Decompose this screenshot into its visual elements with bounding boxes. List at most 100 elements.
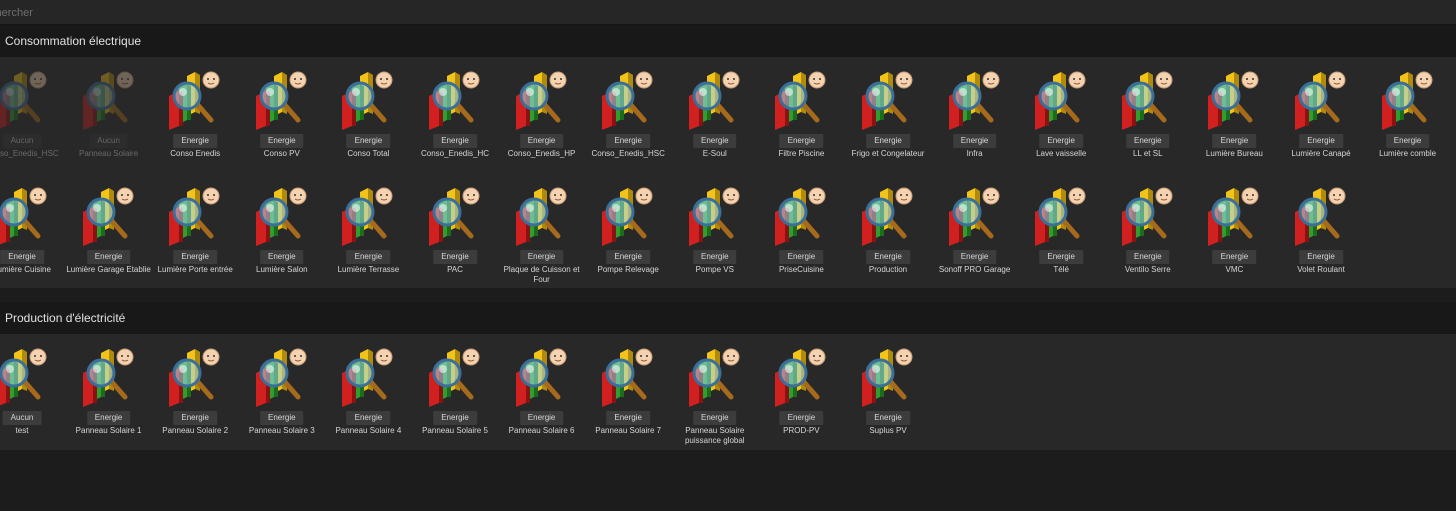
device-tile-lumiere-bureau[interactable]: Energie Lumière Bureau — [1192, 70, 1276, 182]
device-tile-pompe-relevage[interactable]: Energie Pompe Relevage — [586, 186, 670, 298]
device-tile-ventilo-serre[interactable]: Energie Ventilo Serre — [1106, 186, 1190, 298]
device-label: PriseCuisine — [778, 265, 824, 274]
category-badge: Energie — [606, 134, 650, 148]
device-tile-pompe-vs[interactable]: Energie Pompe VS — [673, 186, 757, 298]
device-tile-infra[interactable]: Energie Infra — [933, 70, 1017, 182]
device-tile-pac[interactable]: Energie PAC — [413, 186, 497, 298]
device-tile-panneau-solaire[interactable]: Aucun Panneau Solaire — [67, 70, 151, 182]
device-tile-lave-vaisselle[interactable]: Energie Lave vaisselle — [1019, 70, 1103, 182]
device-tile-suplus-pv[interactable]: Energie Suplus PV — [846, 347, 930, 459]
energy-chart-magnifier-icon — [773, 186, 829, 246]
energy-chart-magnifier-icon — [427, 347, 483, 407]
device-tile-vmc[interactable]: Energie VMC — [1192, 186, 1276, 298]
device-tile-panneau-solaire-6[interactable]: Energie Panneau Solaire 6 — [500, 347, 584, 459]
device-tile-panneau-solaire-3[interactable]: Energie Panneau Solaire 3 — [240, 347, 324, 459]
device-tile-volet-roulant[interactable]: Energie Volet Roulant — [1279, 186, 1363, 298]
device-tile-lumiere-terrasse[interactable]: Energie Lumière Terrasse — [326, 186, 410, 298]
device-label: Filtre Piscine — [778, 149, 825, 158]
device-label: Panneau Solaire 1 — [75, 426, 142, 435]
category-badge: Energie — [866, 134, 910, 148]
device-tile-filtre-piscine[interactable]: Energie Filtre Piscine — [759, 70, 843, 182]
device-label: Lave vaisselle — [1036, 149, 1087, 158]
energy-chart-magnifier-icon — [167, 70, 223, 130]
energy-chart-magnifier-icon — [167, 347, 223, 407]
device-tile-lumiere-porte-entree[interactable]: Energie Lumière Porte entrée — [153, 186, 237, 298]
device-tile-lumiere-salon[interactable]: Energie Lumière Salon — [240, 186, 324, 298]
device-label: Lumière Salon — [256, 265, 308, 274]
device-tile-conso-enedis[interactable]: Energie Conso Enedis — [153, 70, 237, 182]
device-label: Production — [868, 265, 908, 274]
device-tile-ll-et-sl[interactable]: Energie LL et SL — [1106, 70, 1190, 182]
device-tile-prod-pv[interactable]: Energie PROD-PV — [759, 347, 843, 459]
device-label: Panneau Solaire 2 — [162, 426, 229, 435]
category-badge: Energie — [866, 250, 910, 264]
energy-chart-magnifier-icon — [514, 186, 570, 246]
energy-chart-magnifier-icon — [687, 347, 743, 407]
device-tile-lumiere-canape[interactable]: Energie Lumière Canapé — [1279, 70, 1363, 182]
search-bar — [0, 0, 1456, 25]
device-tile-prisecuisine[interactable]: Energie PriseCuisine — [759, 186, 843, 298]
energy-chart-magnifier-icon — [81, 186, 137, 246]
device-tile-panneau-solaire-1[interactable]: Energie Panneau Solaire 1 — [67, 347, 151, 459]
energy-chart-magnifier-icon — [1120, 70, 1176, 130]
device-tile-conso-enedis-hc[interactable]: Energie Conso_Enedis_HC — [413, 70, 497, 182]
energy-chart-magnifier-icon — [427, 70, 483, 130]
category-badge: Energie — [260, 134, 304, 148]
device-label: Panneau Solaire — [79, 149, 139, 158]
device-tile-lumiere-cuisine[interactable]: EnergieLumière Cuisine — [0, 186, 64, 298]
device-tile-tele[interactable]: Energie Télé — [1019, 186, 1103, 298]
device-tile-sonoff-pro-garage[interactable]: Energie Sonoff PRO Garage — [933, 186, 1017, 298]
energy-chart-magnifier-icon — [687, 70, 743, 130]
device-label: Frigo et Congelateur — [851, 149, 925, 158]
category-badge: Energie — [346, 134, 391, 148]
energy-chart-magnifier-icon — [340, 70, 396, 130]
category-badge: Energie — [260, 250, 304, 264]
category-badge: Energie — [519, 134, 564, 148]
device-tile-conso-enedis-hp[interactable]: Energie Conso_Enedis_HP — [500, 70, 584, 182]
device-tile-conso-enedis-hsc[interactable]: Energie Conso_Enedis_HSC — [586, 70, 670, 182]
energy-chart-magnifier-icon — [514, 70, 570, 130]
device-tile-e-soul[interactable]: Energie E-Soul — [673, 70, 757, 182]
category-badge: Energie — [86, 250, 131, 264]
device-label: Panneau Solaire 5 — [422, 426, 488, 435]
category-badge: Energie — [779, 134, 824, 148]
section-header-consommation[interactable]: Consommation électrique — [0, 25, 1456, 57]
category-badge: Energie — [693, 134, 737, 148]
category-badge: Energie — [606, 411, 650, 425]
device-tile-lumiere-garage-etablie[interactable]: Energie Lumière Garage Etablie — [66, 186, 151, 298]
category-badge: Energie — [346, 411, 391, 425]
device-tile-panneau-solaire-4[interactable]: Energie Panneau Solaire 4 — [326, 347, 410, 459]
device-label: Télé — [1053, 265, 1069, 274]
device-tile-test[interactable]: Aucun test — [0, 347, 64, 459]
device-tile-production[interactable]: Energie Production — [846, 186, 930, 298]
device-tile-conso-total[interactable]: Energie Conso Total — [326, 70, 410, 182]
energy-chart-magnifier-icon — [254, 347, 310, 407]
category-badge: Energie — [519, 411, 564, 425]
search-input[interactable] — [0, 3, 1438, 23]
device-label: Lumière Porte entrée — [157, 265, 233, 274]
energy-chart-magnifier-icon — [600, 186, 656, 246]
energy-chart-magnifier-icon — [773, 347, 829, 407]
device-tile-panneau-solaire-puissance-global[interactable]: Energie Panneau Solaire puissance global — [673, 347, 757, 459]
energy-chart-magnifier-icon — [947, 186, 1003, 246]
energy-chart-magnifier-icon — [254, 186, 310, 246]
device-label: Sonoff PRO Garage — [938, 265, 1011, 274]
device-tile-plaque-de-cuisson-et-four[interactable]: Energie Plaque de Cuisson et Four — [500, 186, 584, 298]
energy-chart-magnifier-icon — [600, 70, 656, 130]
category-badge: Energie — [1126, 250, 1170, 264]
device-tile-panneau-solaire-7[interactable]: Energie Panneau Solaire 7 — [586, 347, 670, 459]
energy-chart-magnifier-icon — [1120, 186, 1176, 246]
device-tile-frigo-et-congelateur[interactable]: Energie Frigo et Congelateur — [846, 70, 930, 182]
device-tile-conso-enedis-hsc[interactable]: AucunConso_Enedis_HSC — [0, 70, 64, 182]
section-header-production[interactable]: Production d'électricité — [0, 302, 1456, 334]
device-tile-panneau-solaire-2[interactable]: Energie Panneau Solaire 2 — [153, 347, 237, 459]
energy-chart-magnifier-icon — [947, 70, 1003, 130]
device-tile-panneau-solaire-5[interactable]: Energie Panneau Solaire 5 — [413, 347, 497, 459]
category-badge: Energie — [779, 411, 824, 425]
category-badge: Aucun — [89, 134, 128, 148]
category-badge: Energie — [693, 250, 737, 264]
device-tile-conso-pv[interactable]: Energie Conso PV — [240, 70, 324, 182]
device-tile-lumiere-comble[interactable]: Energie Lumière comble — [1366, 70, 1450, 182]
energy-chart-magnifier-icon — [860, 186, 916, 246]
energy-chart-magnifier-icon — [254, 70, 310, 130]
